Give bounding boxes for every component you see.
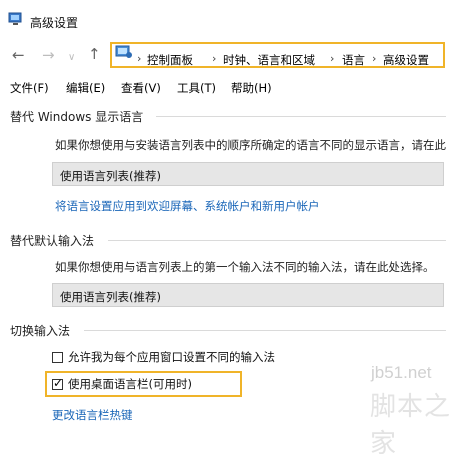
title-bar: 高级设置 bbox=[0, 0, 456, 36]
desktop-language-bar-label[interactable]: 使用桌面语言栏(可用时) bbox=[68, 376, 192, 392]
divider bbox=[108, 240, 446, 241]
input-method-select[interactable]: 使用语言列表(推荐) bbox=[52, 283, 444, 307]
breadcrumb-item-advanced-settings[interactable]: 高级设置 bbox=[383, 52, 429, 68]
display-language-select-value: 使用语言列表(推荐) bbox=[60, 169, 161, 183]
up-button[interactable]: ↑ bbox=[88, 47, 101, 62]
watermark-url: jb51.net bbox=[371, 363, 432, 382]
breadcrumb-separator: › bbox=[212, 52, 217, 65]
apply-to-welcome-screen-link[interactable]: 将语言设置应用到欢迎屏幕、系统帐户和新用户帐户 bbox=[55, 198, 320, 214]
divider bbox=[84, 330, 446, 331]
menu-help[interactable]: 帮助(H) bbox=[231, 80, 272, 96]
back-button[interactable]: ← bbox=[12, 48, 25, 63]
breadcrumb-separator: › bbox=[137, 52, 142, 65]
breadcrumb-separator: › bbox=[330, 52, 335, 65]
watermark-name: 脚本之家 bbox=[370, 392, 452, 459]
per-app-input-label[interactable]: 允许我为每个应用窗口设置不同的输入法 bbox=[68, 349, 275, 365]
control-panel-icon bbox=[115, 45, 132, 58]
display-language-select[interactable]: 使用语言列表(推荐) bbox=[52, 162, 444, 186]
divider bbox=[156, 116, 446, 117]
menu-edit[interactable]: 编辑(E) bbox=[66, 80, 105, 96]
menu-view[interactable]: 查看(V) bbox=[121, 80, 161, 96]
menu-tools[interactable]: 工具(T) bbox=[177, 80, 216, 96]
input-method-description: 如果你想使用与语言列表上的第一个输入法不同的输入法，请在此处选择。 bbox=[55, 260, 435, 274]
app-icon bbox=[8, 12, 22, 25]
section-title-switch-input: 切换输入法 bbox=[10, 324, 71, 338]
change-language-bar-hotkeys-link[interactable]: 更改语言栏热键 bbox=[52, 407, 133, 423]
breadcrumb-item-control-panel[interactable]: 控制面板 bbox=[147, 52, 193, 68]
display-language-description: 如果你想使用与安装语言列表中的顺序所确定的语言不同的显示语言，请在此 bbox=[55, 138, 446, 152]
input-method-select-value: 使用语言列表(推荐) bbox=[60, 290, 161, 304]
per-app-input-checkbox[interactable] bbox=[52, 352, 63, 363]
breadcrumb-separator: › bbox=[372, 52, 377, 65]
section-title-input-method: 替代默认输入法 bbox=[10, 234, 95, 248]
forward-button[interactable]: → bbox=[42, 48, 55, 63]
section-title-display-language: 替代 Windows 显示语言 bbox=[10, 110, 144, 124]
recent-locations-dropdown[interactable]: ∨ bbox=[68, 50, 75, 65]
breadcrumb-item-language[interactable]: 语言 bbox=[342, 52, 365, 68]
window-title: 高级设置 bbox=[30, 16, 79, 30]
breadcrumb-item-clock-language-region[interactable]: 时钟、语言和区域 bbox=[223, 52, 315, 68]
desktop-language-bar-checkbox[interactable] bbox=[52, 376, 63, 390]
menu-file[interactable]: 文件(F) bbox=[10, 80, 49, 96]
